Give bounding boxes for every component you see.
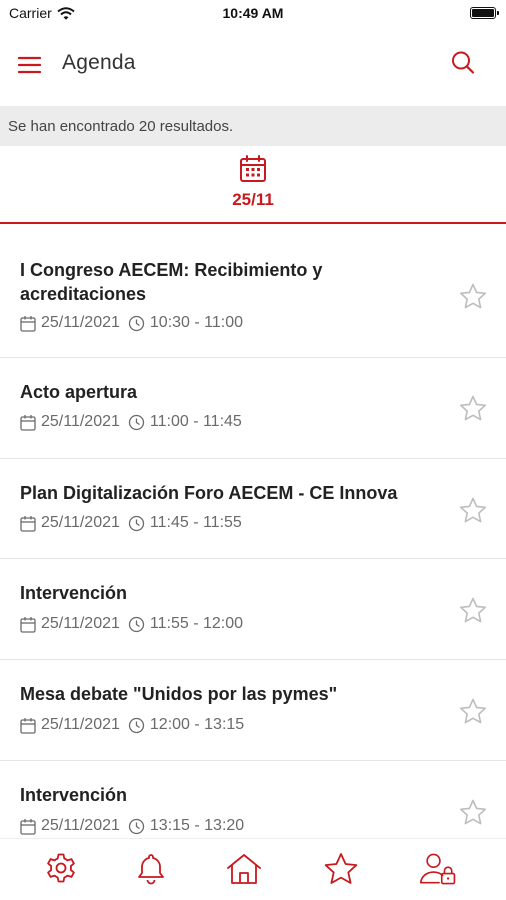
nav-account[interactable]	[419, 849, 459, 889]
event-title: Plan Digitalización Foro AECEM - CE Inno…	[20, 483, 398, 503]
calendar-small-icon	[20, 616, 36, 633]
star-icon	[324, 853, 358, 884]
calendar-small-icon	[20, 717, 36, 734]
page-title: Agenda	[62, 51, 136, 74]
event-title: Intervención	[20, 785, 128, 805]
event-time: 11:00 - 11:45	[149, 413, 242, 430]
event-time: 12:00 - 13:15	[149, 716, 245, 733]
event-meta: 25/11/2021 10:30 - 11:00	[20, 314, 243, 332]
clock-icon	[128, 616, 145, 632]
event-meta: 25/11/2021 11:55 - 12:00	[20, 615, 243, 633]
menu-button[interactable]	[14, 50, 46, 80]
event-date: 25/11/2021	[41, 514, 120, 531]
app-header: Agenda	[0, 36, 506, 94]
nav-notifications[interactable]	[131, 849, 171, 889]
nav-favorites[interactable]	[321, 849, 361, 889]
event-time: 13:15 - 13:20	[149, 817, 245, 834]
calendar-small-icon	[20, 515, 36, 532]
favorite-button[interactable]	[458, 394, 488, 424]
star-outline-icon	[460, 497, 486, 523]
event-date: 25/11/2021	[41, 615, 120, 632]
event-meta: 25/11/2021 11:45 - 11:55	[20, 514, 242, 532]
event-date: 25/11/2021	[41, 413, 120, 430]
battery-icon	[470, 7, 499, 19]
event-time: 10:30 - 11:00	[149, 314, 243, 331]
home-icon	[227, 854, 261, 884]
search-button[interactable]	[448, 48, 478, 78]
nav-settings[interactable]	[41, 849, 81, 889]
star-outline-icon	[460, 395, 486, 421]
clock-icon	[128, 717, 145, 733]
date-tab[interactable]: 25/11	[203, 152, 303, 220]
event-title: Acto apertura	[20, 382, 138, 402]
favorite-button[interactable]	[458, 697, 488, 727]
search-icon	[452, 51, 475, 74]
user-lock-icon	[420, 853, 456, 885]
event-date: 25/11/2021	[41, 314, 120, 331]
event-list: I Congreso AECEM: Recibimiento y acredit…	[0, 236, 506, 838]
event-title: I Congreso AECEM: Recibimiento y acredit…	[20, 260, 323, 304]
results-count-text: Se han encontrado 20 resultados.	[8, 118, 234, 135]
event-title: Intervención	[20, 583, 128, 603]
calendar-small-icon	[20, 414, 36, 431]
clock-icon	[128, 315, 145, 331]
event-item[interactable]: Plan Digitalización Foro AECEM - CE Inno…	[0, 459, 506, 559]
results-count-bar: Se han encontrado 20 resultados.	[0, 106, 506, 146]
event-item[interactable]: Mesa debate "Unidos por las pymes" 25/11…	[0, 660, 506, 761]
event-item[interactable]: Acto apertura 25/11/2021 11:00 - 11:45	[0, 358, 506, 459]
clock-icon	[128, 414, 145, 430]
event-item[interactable]: Intervención 25/11/2021 11:55 - 12:00	[0, 559, 506, 660]
nav-home[interactable]	[224, 849, 264, 889]
favorite-button[interactable]	[458, 496, 488, 526]
clock-icon	[128, 515, 145, 531]
event-item[interactable]: Intervención 25/11/2021 13:15 - 13:20	[0, 761, 506, 838]
event-date: 25/11/2021	[41, 817, 120, 834]
hamburger-icon	[17, 56, 42, 74]
star-outline-icon	[460, 799, 486, 825]
status-bar: Carrier 10:49 AM	[0, 0, 506, 28]
date-tabs: 25/11	[0, 146, 506, 224]
favorite-button[interactable]	[458, 596, 488, 626]
event-time: 11:45 - 11:55	[149, 514, 242, 531]
calendar-icon	[240, 155, 266, 182]
clock-icon	[128, 818, 145, 834]
gear-icon	[47, 853, 75, 883]
event-title: Mesa debate "Unidos por las pymes"	[20, 684, 338, 704]
calendar-small-icon	[20, 315, 36, 332]
event-meta: 25/11/2021 12:00 - 13:15	[20, 716, 244, 734]
event-meta: 25/11/2021 11:00 - 11:45	[20, 413, 242, 431]
event-date: 25/11/2021	[41, 716, 120, 733]
star-outline-icon	[460, 283, 486, 309]
event-item[interactable]: I Congreso AECEM: Recibimiento y acredit…	[0, 236, 506, 358]
favorite-button[interactable]	[458, 282, 488, 312]
status-time: 10:49 AM	[222, 5, 284, 21]
star-outline-icon	[460, 597, 486, 623]
bottom-nav	[0, 838, 506, 900]
star-outline-icon	[460, 698, 486, 724]
date-tab-label: 25/11	[232, 190, 274, 209]
bell-icon	[138, 854, 164, 885]
favorite-button[interactable]	[458, 798, 488, 828]
event-meta: 25/11/2021 13:15 - 13:20	[20, 817, 244, 835]
calendar-small-icon	[20, 818, 36, 835]
event-time: 11:55 - 12:00	[149, 615, 243, 632]
